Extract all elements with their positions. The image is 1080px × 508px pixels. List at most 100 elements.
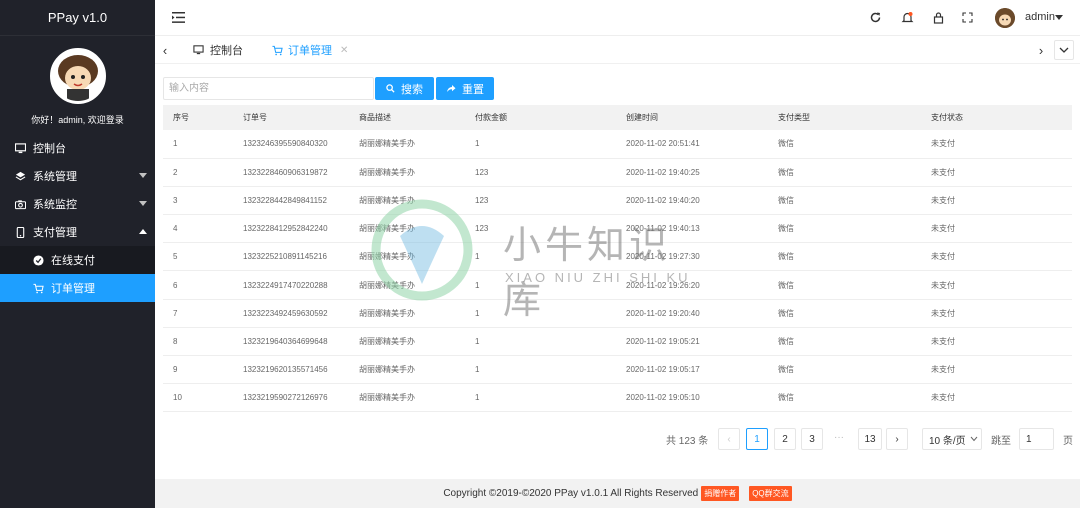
sidebar-item-label: 系统监控: [33, 199, 77, 211]
camera-icon: [14, 198, 26, 210]
table-row[interactable]: 4 1323228412952842240 胡丽娜精美手办 123 2020-11-02…: [163, 215, 1072, 243]
sidebar-item-system[interactable]: 系统管理: [0, 162, 155, 190]
total-count: 共 123 条: [666, 436, 709, 447]
tab-label: 订单管理: [288, 45, 332, 57]
chevron-down-icon: [139, 201, 147, 206]
page-size-label: 10 条/页: [929, 435, 966, 447]
table-cell: 3: [173, 195, 178, 205]
sidebar-item-payment[interactable]: 支付管理: [0, 218, 155, 246]
user-avatar[interactable]: [995, 8, 1015, 28]
table-cell: 123: [475, 167, 489, 177]
table-cell: 胡丽娜精美手办: [359, 252, 415, 262]
qq-group-badge[interactable]: QQ群交流: [749, 486, 792, 501]
table-row[interactable]: 10 1323219590272126976 胡丽娜精美手办 1 2020-11-02 …: [163, 384, 1072, 412]
table-cell: 胡丽娜精美手办: [359, 393, 415, 403]
table-cell: 1323228412952842240: [243, 224, 328, 234]
column-header: 订单号: [243, 113, 267, 122]
table-row[interactable]: 5 1323225210891145216 胡丽娜精美手办 1 2020-11-02 1…: [163, 243, 1072, 271]
layers-icon: [14, 170, 26, 182]
profile: 你好！admin, 欢迎登录: [0, 36, 155, 132]
table-row[interactable]: 1 1323246395590840320 胡丽娜精美手办 1 2020-11-02 2…: [163, 130, 1072, 159]
tabs-prev-button[interactable]: ‹: [155, 36, 175, 64]
table-cell: 微信: [778, 167, 794, 177]
circle-icon: [32, 254, 44, 266]
menu-toggle-icon[interactable]: [172, 11, 185, 24]
payment-submenu: 在线支付 订单管理: [0, 246, 155, 302]
table-cell: 5: [173, 252, 178, 262]
table-row[interactable]: 8 1323219640364699648 胡丽娜精美手办 1 2020-11-02 1…: [163, 327, 1072, 356]
sidebar-item-orders[interactable]: 订单管理: [0, 274, 155, 302]
tab-dashboard[interactable]: 控制台: [183, 39, 253, 61]
table-cell: 1323225210891145216: [243, 252, 327, 262]
sidebar: PPay v1.0 你好！admin, 欢迎登录 控制台 系统管理 系统监控 支…: [0, 0, 155, 508]
reset-button[interactable]: 重置: [436, 77, 494, 100]
page-size-select[interactable]: 10 条/页: [922, 428, 982, 450]
tabs-dropdown-button[interactable]: [1054, 40, 1074, 60]
lock-icon[interactable]: [932, 11, 945, 24]
table-row[interactable]: 2 1323228460906319872 胡丽娜精美手办 123 2020-11-02…: [163, 158, 1072, 187]
chevron-up-icon: [139, 229, 147, 234]
sidebar-item-label: 在线支付: [51, 255, 95, 267]
notification-icon[interactable]: [901, 11, 914, 24]
table-cell: 7: [173, 308, 178, 318]
table-cell: 6: [173, 280, 178, 290]
table-cell: 1323224917470220288: [243, 280, 328, 290]
refresh-icon[interactable]: [869, 11, 882, 24]
table-cell: 未支付: [931, 336, 955, 346]
orders-card: 搜索 重置 序号订单号商品描述付款金额创建时间支付类型支付状态 11323246…: [155, 64, 1080, 479]
table-cell: 2020-11-02 19:05:10: [626, 393, 700, 403]
table-cell: 未支付: [931, 280, 955, 290]
table-cell: 2020-11-02 20:51:41: [626, 139, 700, 149]
table-cell: 未支付: [931, 365, 955, 375]
donate-badge[interactable]: 捐赠作者: [701, 486, 740, 501]
table-row[interactable]: 7 1323223492459630592 胡丽娜精美手办 1 2020-11-02 1…: [163, 299, 1072, 328]
tab-orders[interactable]: 订单管理 ✕: [262, 39, 358, 61]
page-1-button[interactable]: 1: [746, 428, 768, 450]
table-cell: 1323219590272126976: [243, 393, 328, 403]
chevron-down-icon[interactable]: [1055, 15, 1063, 20]
table-cell: 2020-11-02 19:40:20: [626, 195, 700, 205]
table-cell: 10: [173, 393, 182, 403]
table-cell: 4: [173, 224, 178, 234]
table-cell: 2020-11-02 19:05:17: [626, 365, 700, 375]
tabs-next-button[interactable]: ›: [1031, 36, 1051, 64]
sidebar-item-label: 订单管理: [51, 283, 95, 295]
table-cell: 1: [475, 252, 480, 262]
next-page-button[interactable]: ›: [886, 428, 908, 450]
jump-page-input[interactable]: 1: [1019, 428, 1054, 450]
tab-label: 控制台: [210, 45, 243, 57]
table-cell: 1: [475, 308, 480, 318]
sidebar-item-monitor[interactable]: 系统监控: [0, 190, 155, 218]
page-13-button[interactable]: 13: [858, 428, 882, 450]
table-cell: 1: [475, 139, 480, 149]
sidebar-item-dashboard[interactable]: 控制台: [0, 134, 155, 162]
table-cell: 微信: [778, 224, 794, 234]
close-icon[interactable]: ✕: [340, 45, 348, 56]
monitor-icon: [14, 142, 26, 154]
table-cell: 微信: [778, 139, 794, 149]
page-unit-label: 页: [1063, 436, 1073, 447]
table-cell: 微信: [778, 365, 794, 375]
sidebar-item-online-pay[interactable]: 在线支付: [0, 246, 155, 274]
jump-label: 跳至: [991, 436, 1011, 447]
search-icon: [386, 84, 401, 93]
fullscreen-icon[interactable]: [961, 11, 974, 24]
page-2-button[interactable]: 2: [774, 428, 796, 450]
search-input[interactable]: [163, 77, 374, 100]
table-cell: 1323228442849841152: [243, 195, 327, 205]
reset-button-label: 重置: [462, 83, 484, 96]
sidebar-item-label: 控制台: [33, 143, 66, 155]
table-row[interactable]: 9 1323219620135571456 胡丽娜精美手办 1 2020-11-02 1…: [163, 356, 1072, 384]
table-row[interactable]: 6 1323224917470220288 胡丽娜精美手办 1 2020-11-02 1…: [163, 271, 1072, 300]
search-button[interactable]: 搜索: [375, 77, 434, 100]
monitor-icon: [193, 45, 204, 55]
table-cell: 胡丽娜精美手办: [359, 195, 415, 205]
page-3-button[interactable]: 3: [801, 428, 823, 450]
prev-page-button[interactable]: ‹: [718, 428, 740, 450]
top-header: admin: [155, 0, 1080, 36]
avatar[interactable]: [50, 48, 106, 104]
username[interactable]: admin: [1025, 11, 1055, 23]
share-arrow-icon: [446, 84, 462, 93]
table-cell: 微信: [778, 252, 794, 262]
table-row[interactable]: 3 1323228442849841152 胡丽娜精美手办 123 2020-11-02…: [163, 186, 1072, 215]
